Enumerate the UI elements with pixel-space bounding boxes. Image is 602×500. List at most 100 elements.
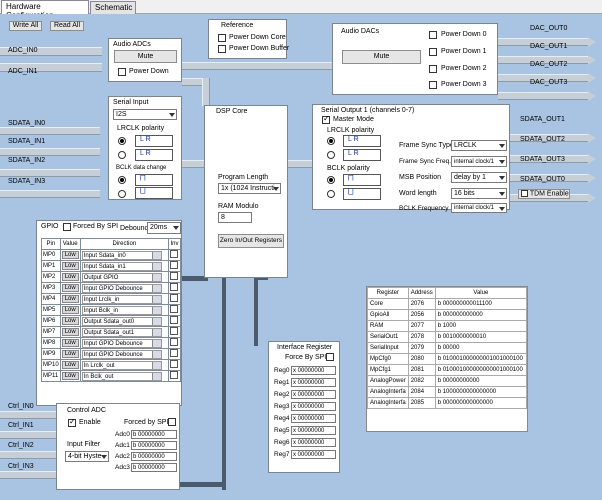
gpio-direction-select[interactable]: Input Sdata_in1 bbox=[81, 261, 162, 271]
gpio-inv-checkbox[interactable] bbox=[170, 294, 178, 302]
msb-position-select[interactable]: delay by 1 bbox=[451, 172, 507, 183]
tdm-enable-checkbox[interactable] bbox=[521, 190, 528, 197]
control-adc-value[interactable]: b 00000000 bbox=[131, 430, 177, 439]
gpio-inv-checkbox[interactable] bbox=[170, 250, 178, 258]
gpio-value-button[interactable]: Low bbox=[61, 328, 79, 336]
interface-reg-value[interactable]: x 00000000 bbox=[291, 390, 336, 399]
register-value[interactable]: b 00000000000 bbox=[434, 375, 528, 387]
gpio-value-button[interactable]: Low bbox=[61, 262, 79, 270]
serial-input-format-select[interactable]: I2S bbox=[113, 109, 177, 120]
dac-power-down-0-checkbox[interactable] bbox=[429, 31, 437, 39]
gpio-inv-checkbox[interactable] bbox=[170, 360, 178, 368]
word-length-select[interactable]: 16 bits bbox=[451, 188, 507, 199]
program-length-select[interactable]: 1x (1024 Instructi bbox=[218, 183, 281, 194]
frame-sync-freq-select[interactable]: internal clock/1 bbox=[451, 156, 507, 167]
ram-modulo-input[interactable]: 8 bbox=[218, 212, 252, 223]
register-value[interactable]: b 1000 bbox=[434, 320, 528, 332]
gpio-direction-select[interactable]: Input GPIO Debounce bbox=[81, 338, 162, 348]
input-filter-select[interactable]: 4-bit Hyste bbox=[65, 451, 109, 462]
gpio-inv-cell bbox=[168, 326, 181, 338]
adc-power-down-checkbox[interactable] bbox=[118, 68, 126, 76]
gpio-direction-select[interactable]: Input Bclk_in bbox=[81, 305, 162, 315]
gpio-direction-select[interactable]: In Bclk_out bbox=[81, 371, 162, 381]
serial-out-lrclk-normal-radio[interactable] bbox=[327, 137, 335, 145]
power-down-core-checkbox[interactable] bbox=[218, 34, 226, 42]
interface-reg-value[interactable]: x 00000000 bbox=[291, 426, 336, 435]
adc-mute-button[interactable]: Mute bbox=[114, 50, 177, 63]
power-down-buffer-checkbox[interactable] bbox=[218, 45, 226, 53]
frame-sync-type-select[interactable]: LRCLK bbox=[451, 140, 507, 151]
register-value[interactable]: b 000000000000 bbox=[434, 309, 528, 321]
gpio-value-button[interactable]: Low bbox=[61, 361, 79, 369]
register-value[interactable]: b 00000 bbox=[434, 342, 528, 354]
read-all-button[interactable]: Read All bbox=[50, 21, 84, 31]
gpio-value-button[interactable]: Low bbox=[61, 350, 79, 358]
master-mode-checkbox[interactable]: ✓ bbox=[322, 114, 330, 124]
gpio-direction-select[interactable]: Output Sdata_out1 bbox=[81, 327, 162, 337]
debounce-select[interactable]: 20ms bbox=[147, 222, 181, 234]
gpio-direction-select[interactable]: Input Sdata_in0 bbox=[81, 250, 162, 260]
serial-input-lrclk-normal-radio[interactable] bbox=[118, 137, 126, 145]
zero-registers-button[interactable]: Zero In/Out Registers bbox=[218, 234, 284, 248]
register-value[interactable]: b 010001000000001001000100 bbox=[434, 353, 528, 365]
dac-power-down-2-checkbox[interactable] bbox=[429, 65, 437, 73]
gpio-direction-select[interactable]: Output GPIO bbox=[81, 272, 162, 282]
gpio-value-button[interactable]: Low bbox=[61, 306, 79, 314]
gpio-direction-select[interactable]: Input GPIO Debounce bbox=[81, 349, 162, 359]
gpio-value-button[interactable]: Low bbox=[61, 251, 79, 259]
gpio-direction-select[interactable]: Input GPIO Debounce bbox=[81, 283, 162, 293]
control-adc-value[interactable]: b 00000000 bbox=[131, 463, 177, 472]
interface-reg-value[interactable]: x 00000000 bbox=[291, 402, 336, 411]
tab-schematic[interactable]: Schematic bbox=[90, 1, 136, 14]
gpio-inv-checkbox[interactable] bbox=[170, 305, 178, 313]
register-value[interactable]: b 000000000000000 bbox=[434, 397, 528, 409]
register-value[interactable]: b 000000000011100 bbox=[434, 298, 528, 310]
write-all-button[interactable]: Write All bbox=[9, 21, 42, 31]
serial-out-lrclk-inverted-radio[interactable] bbox=[327, 151, 335, 159]
interface-reg-value[interactable]: x 00000000 bbox=[291, 414, 336, 423]
register-value[interactable]: b 010001000000000001000100 bbox=[434, 364, 528, 376]
control-adc-value[interactable]: b 00000000 bbox=[131, 441, 177, 450]
control-adc-value[interactable]: b 00000000 bbox=[131, 452, 177, 461]
gpio-inv-checkbox[interactable] bbox=[170, 261, 178, 269]
gpio-col-value: Value bbox=[59, 238, 81, 250]
interface-reg-value[interactable]: x 00000000 bbox=[291, 378, 336, 387]
dac-mute-button[interactable]: Mute bbox=[342, 50, 421, 64]
gpio-value-button[interactable]: Low bbox=[61, 317, 79, 325]
interface-reg-value[interactable]: x 00000000 bbox=[291, 438, 336, 447]
serial-out-bclk-rising-radio[interactable] bbox=[327, 176, 335, 184]
gpio-value-button[interactable]: Low bbox=[61, 284, 79, 292]
control-adc-enable-checkbox[interactable]: ✓ bbox=[68, 417, 76, 427]
gpio-inv-checkbox[interactable] bbox=[170, 371, 178, 379]
dac-power-down-1-checkbox[interactable] bbox=[429, 48, 437, 56]
gpio-forced-by-spi-checkbox[interactable] bbox=[63, 223, 71, 231]
serial-input-lrclk-inverted-radio[interactable] bbox=[118, 151, 126, 159]
gpio-inv-checkbox[interactable] bbox=[170, 283, 178, 291]
tab-hardware-configuration[interactable]: Hardware Configuration bbox=[1, 0, 89, 20]
serial-input-bclk-falling-radio[interactable] bbox=[118, 190, 126, 198]
gpio-inv-checkbox[interactable] bbox=[170, 316, 178, 324]
gpio-inv-checkbox[interactable] bbox=[170, 327, 178, 335]
gpio-inv-checkbox[interactable] bbox=[170, 349, 178, 357]
gpio-direction-select[interactable]: Input Lrclk_in bbox=[81, 294, 162, 304]
tdm-enable-toggle[interactable]: TDM Enable bbox=[518, 189, 570, 199]
dac-power-down-3-checkbox[interactable] bbox=[429, 81, 437, 89]
gpio-inv-checkbox[interactable] bbox=[170, 338, 178, 346]
register-row: RAM 2077 b 1000 bbox=[367, 320, 528, 332]
register-value[interactable]: b 0010000000010 bbox=[434, 331, 528, 343]
gpio-value-button[interactable]: Low bbox=[61, 339, 79, 347]
gpio-inv-checkbox[interactable] bbox=[170, 272, 178, 280]
gpio-direction-select[interactable]: In Lrclk_out bbox=[81, 360, 162, 370]
interface-forced-by-spi-checkbox[interactable] bbox=[326, 353, 334, 361]
interface-reg-value[interactable]: x 00000000 bbox=[291, 366, 336, 375]
serial-out-bclk-falling-radio[interactable] bbox=[327, 190, 335, 198]
register-value[interactable]: b 1000000000000000 bbox=[434, 386, 528, 398]
bclk-frequency-select[interactable]: internal clock/1 bbox=[451, 203, 507, 213]
gpio-value-button[interactable]: Low bbox=[61, 273, 79, 281]
serial-input-bclk-rising-radio[interactable] bbox=[118, 176, 126, 184]
gpio-value-button[interactable]: Low bbox=[61, 372, 79, 380]
gpio-direction-select[interactable]: Output Sdata_out0 bbox=[81, 316, 162, 326]
interface-reg-value[interactable]: x 00000000 bbox=[291, 450, 336, 459]
control-adc-forced-by-spi-checkbox[interactable] bbox=[168, 418, 176, 426]
gpio-value-button[interactable]: Low bbox=[61, 295, 79, 303]
